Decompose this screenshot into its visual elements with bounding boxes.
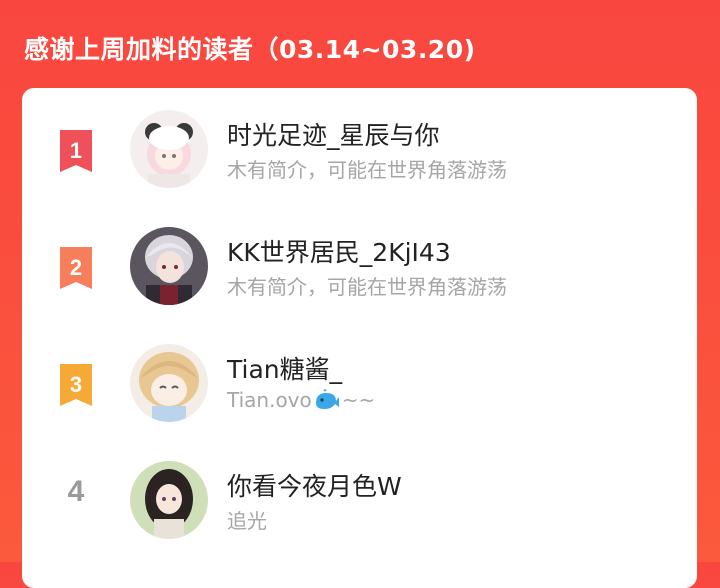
list-item[interactable]: 3 Tian糖酱_ Tian.ovo ~~	[22, 322, 697, 422]
page-title: 感谢上周加料的读者（03.14~03.20)	[24, 35, 476, 64]
rank-number: 4	[67, 475, 85, 508]
avatar[interactable]	[130, 110, 208, 188]
reader-bio: Tian.ovo ~~	[227, 388, 375, 412]
list-item[interactable]: 1 时光足迹_星辰与你 木有简介，可能在世界角落游荡	[22, 88, 697, 188]
rank-number: 2	[70, 255, 82, 280]
rank-number: 1	[70, 138, 82, 163]
rank-badge-icon: 3	[56, 362, 96, 408]
reader-ranking-list: 1 时光足迹_星辰与你 木有简介，可能在世界角落游荡 2 KK世界居民_2KjI…	[22, 88, 697, 588]
anime-girl-panda-hat-avatar-icon	[130, 110, 208, 188]
avatar[interactable]	[130, 461, 208, 539]
reader-name[interactable]: Tian糖酱_	[227, 350, 342, 386]
reader-name[interactable]: 时光足迹_星辰与你	[227, 116, 440, 152]
reader-bio: 木有简介，可能在世界角落游荡	[227, 158, 507, 182]
reader-name[interactable]: 你看今夜月色W	[227, 467, 402, 503]
anime-boy-silver-hair-avatar-icon	[130, 227, 208, 305]
reader-bio: 木有简介，可能在世界角落游荡	[227, 275, 507, 299]
reader-bio-text: Tian.ovo	[227, 388, 312, 412]
avatar[interactable]	[130, 344, 208, 422]
reader-bio-suffix: ~~	[341, 388, 376, 412]
avatar[interactable]	[130, 227, 208, 305]
rank-badge-icon: 2	[56, 245, 96, 291]
rank-badge-icon: 1	[56, 128, 96, 174]
reader-name[interactable]: KK世界居民_2KjI43	[227, 233, 451, 269]
list-item[interactable]: 2 KK世界居民_2KjI43 木有简介，可能在世界角落游荡	[22, 205, 697, 305]
rank-number: 3	[70, 372, 82, 397]
anime-blonde-crying-avatar-icon	[130, 344, 208, 422]
whale-icon	[315, 389, 339, 409]
reader-bio: 追光	[227, 509, 267, 533]
list-item[interactable]: 4 你看今夜月色W 追光	[22, 439, 697, 539]
anime-dark-hair-girl-avatar-icon	[130, 461, 208, 539]
